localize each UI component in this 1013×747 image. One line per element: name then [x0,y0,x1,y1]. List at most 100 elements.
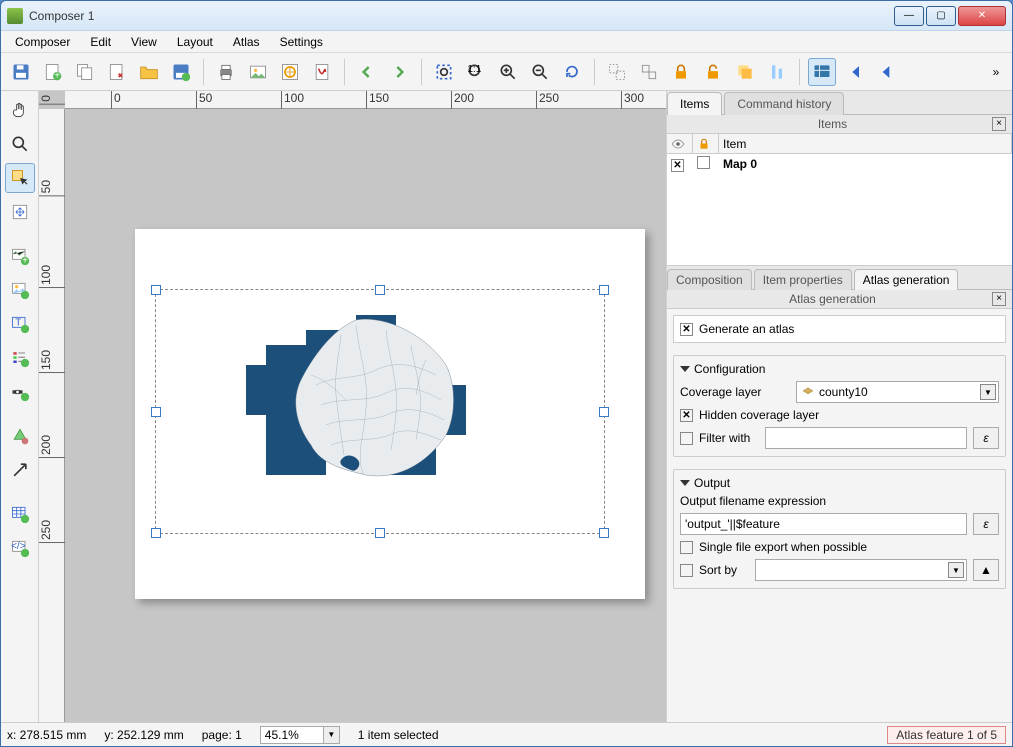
duplicate-composer-icon[interactable] [71,58,99,86]
titlebar[interactable]: Composer 1 — ▢ ✕ [1,1,1012,31]
hidden-coverage-checkbox[interactable]: ✕ [680,409,693,422]
sort-by-checkbox[interactable] [680,564,693,577]
dropdown-icon[interactable]: ▼ [948,562,964,578]
status-selection: 1 item selected [358,728,439,742]
toolbar-overflow-icon[interactable]: » [986,65,1006,79]
maximize-button[interactable]: ▢ [926,6,956,26]
ungroup-icon[interactable] [635,58,663,86]
atlas-panel-close-icon[interactable]: × [992,292,1006,306]
generate-atlas-checkbox[interactable]: ✕ [680,323,693,336]
export-pdf-icon[interactable] [308,58,336,86]
hidden-coverage-label: Hidden coverage layer [699,408,819,422]
minimize-button[interactable]: — [894,6,924,26]
items-panel-close-icon[interactable]: × [992,117,1006,131]
status-page: page: 1 [202,728,242,742]
lock-icon[interactable] [667,58,695,86]
svg-text:+: + [54,70,60,81]
filter-expression-button[interactable]: ε [973,427,999,449]
raise-icon[interactable] [731,58,759,86]
move-content-tool-icon[interactable] [5,197,35,227]
undo-icon[interactable] [353,58,381,86]
sort-by-combo[interactable]: ▼ [755,559,967,581]
filter-with-input[interactable] [765,427,967,449]
atlas-preview-icon[interactable] [808,58,836,86]
map-content [246,305,506,515]
coverage-layer-label: Coverage layer [680,385,790,399]
export-svg-icon[interactable] [276,58,304,86]
group-icon[interactable] [603,58,631,86]
filename-expression-input[interactable] [680,513,967,535]
configuration-section: Configuration Coverage layer county10 ▼ … [673,355,1006,457]
dropdown-icon[interactable]: ▼ [980,384,996,400]
add-label-tool-icon[interactable]: T [5,309,35,339]
col-lock-icon[interactable] [693,134,719,153]
add-image-tool-icon[interactable] [5,275,35,305]
add-legend-tool-icon[interactable] [5,343,35,373]
atlas-feature-badge: Atlas feature 1 of 5 [887,726,1006,744]
tab-composition[interactable]: Composition [667,269,752,290]
item-row-map0[interactable]: ✕ Map 0 [667,154,1012,174]
zoom-out-icon[interactable] [526,58,554,86]
filter-with-label: Filter with [699,431,759,445]
zoom-actual-icon[interactable]: 1:1 [462,58,490,86]
unlock-icon[interactable] [699,58,727,86]
menu-view[interactable]: View [123,33,165,51]
sort-by-label: Sort by [699,563,749,577]
save-project-icon[interactable] [7,58,35,86]
print-icon[interactable] [212,58,240,86]
align-icon[interactable] [763,58,791,86]
menu-atlas[interactable]: Atlas [225,33,268,51]
close-button[interactable]: ✕ [958,6,1006,26]
export-image-icon[interactable] [244,58,272,86]
zoom-combo[interactable]: 45.1% ▼ [260,726,340,744]
zoom-in-icon[interactable] [494,58,522,86]
select-tool-icon[interactable] [5,163,35,193]
redo-icon[interactable] [385,58,413,86]
add-scalebar-tool-icon[interactable] [5,377,35,407]
new-composer-icon[interactable]: + [39,58,67,86]
col-item-header[interactable]: Item [719,134,1012,153]
col-visibility-icon[interactable] [667,134,693,153]
menu-settings[interactable]: Settings [272,33,331,51]
filter-with-checkbox[interactable] [680,432,693,445]
item-name: Map 0 [719,157,1012,171]
menu-edit[interactable]: Edit [82,33,119,51]
save-template-icon[interactable] [167,58,195,86]
collapse-icon[interactable] [680,480,690,486]
composer-manager-icon[interactable] [103,58,131,86]
map-frame[interactable] [155,289,605,534]
atlas-first-icon[interactable] [840,58,868,86]
tab-atlas-generation[interactable]: Atlas generation [854,269,959,290]
atlas-prev-icon[interactable] [872,58,900,86]
tab-items[interactable]: Items [667,92,722,115]
zoom-full-icon[interactable] [430,58,458,86]
left-toolbar: + T </> [1,91,39,722]
item-visible-checkbox[interactable]: ✕ [671,159,684,172]
menu-composer[interactable]: Composer [7,33,78,51]
collapse-icon[interactable] [680,366,690,372]
item-lock-checkbox[interactable] [697,156,710,169]
add-arrow-tool-icon[interactable] [5,455,35,485]
coverage-layer-combo[interactable]: county10 ▼ [796,381,999,403]
add-html-tool-icon[interactable]: </> [5,533,35,563]
sort-direction-button[interactable]: ▲ [973,559,999,581]
zoom-tool-icon[interactable] [5,129,35,159]
canvas-area[interactable]: 0 50 100 150 200 250 300 0 50 100 150 20… [39,91,666,722]
tab-item-properties[interactable]: Item properties [754,269,852,290]
refresh-icon[interactable] [558,58,586,86]
single-file-checkbox[interactable] [680,541,693,554]
single-file-label: Single file export when possible [699,540,867,554]
svg-text:+: + [22,256,28,267]
filename-expression-button[interactable]: ε [973,513,999,535]
menu-layout[interactable]: Layout [169,33,221,51]
add-map-tool-icon[interactable]: + [5,241,35,271]
items-list: Item ✕ Map 0 [667,134,1012,266]
add-table-tool-icon[interactable] [5,499,35,529]
add-shape-tool-icon[interactable] [5,421,35,451]
load-template-icon[interactable] [135,58,163,86]
app-icon [7,8,23,24]
pan-tool-icon[interactable] [5,95,35,125]
composer-window: Composer 1 — ▢ ✕ Composer Edit View Layo… [0,0,1013,747]
dropdown-icon[interactable]: ▼ [323,727,339,743]
tab-command-history[interactable]: Command history [724,92,844,115]
